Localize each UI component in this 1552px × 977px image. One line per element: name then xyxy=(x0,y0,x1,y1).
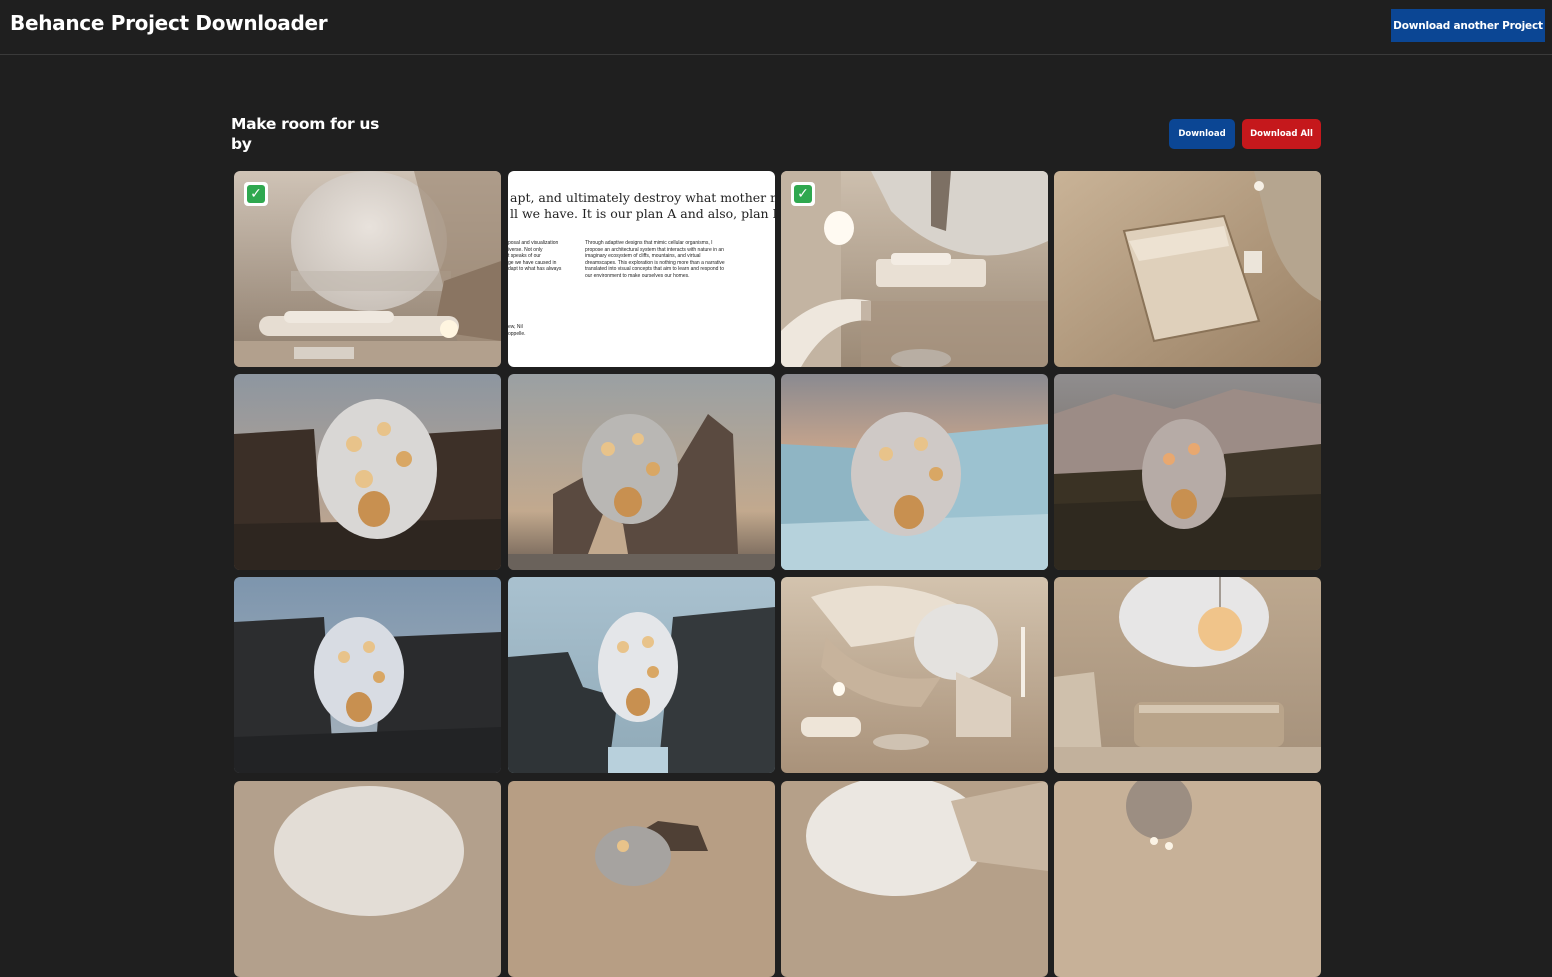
document-footer: ew, Nil oppelle. xyxy=(508,324,526,337)
pod-render-image xyxy=(508,577,775,773)
document-column-right: Through adaptive designs that mimic cell… xyxy=(585,240,725,279)
image-tile[interactable] xyxy=(1054,374,1321,570)
project-author-line: by xyxy=(231,135,252,153)
image-tile[interactable] xyxy=(1054,781,1321,977)
app-title: Behance Project Downloader xyxy=(10,11,328,35)
document-line: our environment to make ourselves our ho… xyxy=(585,272,690,279)
document-heading-line: apt, and ultimately destroy what mother … xyxy=(510,190,775,205)
document-line: oppelle. xyxy=(508,330,526,337)
project-title-line: Make room for us xyxy=(231,115,380,133)
image-tile[interactable] xyxy=(234,577,501,773)
selected-checkmark-icon: ✓ xyxy=(244,182,268,206)
interior-render-image xyxy=(1054,171,1321,367)
image-tile[interactable]: ✓ xyxy=(781,171,1048,367)
image-tile[interactable] xyxy=(508,374,775,570)
interior-render-image xyxy=(781,577,1048,773)
image-tile[interactable] xyxy=(781,781,1048,977)
image-tile[interactable] xyxy=(508,781,775,977)
interior-render-image xyxy=(234,171,501,367)
interior-render-image xyxy=(781,781,1048,977)
pod-render-image xyxy=(508,781,775,977)
image-tile[interactable] xyxy=(781,577,1048,773)
document-column-left: posal and visualization iverse. Not only… xyxy=(508,240,561,273)
download-button[interactable]: Download xyxy=(1169,119,1235,149)
pod-render-image xyxy=(234,577,501,773)
selected-checkmark-icon: ✓ xyxy=(791,182,815,206)
image-tile[interactable] xyxy=(1054,171,1321,367)
document-line: Through adaptive designs that mimic cell… xyxy=(585,240,713,246)
image-tile[interactable]: apt, and ultimately destroy what mother … xyxy=(508,171,775,367)
interior-render-image xyxy=(1054,577,1321,773)
project-title: Make room for us by xyxy=(231,114,431,154)
document-line: dapt to what has always xyxy=(508,266,562,272)
image-tile[interactable] xyxy=(508,577,775,773)
image-tile[interactable]: ✓ xyxy=(234,171,501,367)
interior-render-image xyxy=(1054,781,1321,977)
document-line: translated into visual concepts that aim… xyxy=(585,266,724,272)
document-line: posal and visualization xyxy=(508,240,559,246)
download-another-project-button[interactable]: Download another Project xyxy=(1391,9,1545,42)
interior-render-image xyxy=(781,171,1048,367)
interior-render-image xyxy=(234,781,501,977)
download-all-button[interactable]: Download All xyxy=(1242,119,1321,149)
image-tile[interactable] xyxy=(234,374,501,570)
pod-render-image xyxy=(1054,374,1321,570)
pod-render-image xyxy=(781,374,1048,570)
pod-render-image xyxy=(234,374,501,570)
image-tile[interactable] xyxy=(781,374,1048,570)
document-heading: apt, and ultimately destroy what mother … xyxy=(510,190,775,222)
image-tile[interactable] xyxy=(1054,577,1321,773)
pod-render-image xyxy=(508,374,775,570)
top-bar: Behance Project Downloader Download anot… xyxy=(0,0,1552,55)
image-tile[interactable] xyxy=(234,781,501,977)
document-heading-line: ll we have. It is our plan A and also, p… xyxy=(510,206,775,221)
